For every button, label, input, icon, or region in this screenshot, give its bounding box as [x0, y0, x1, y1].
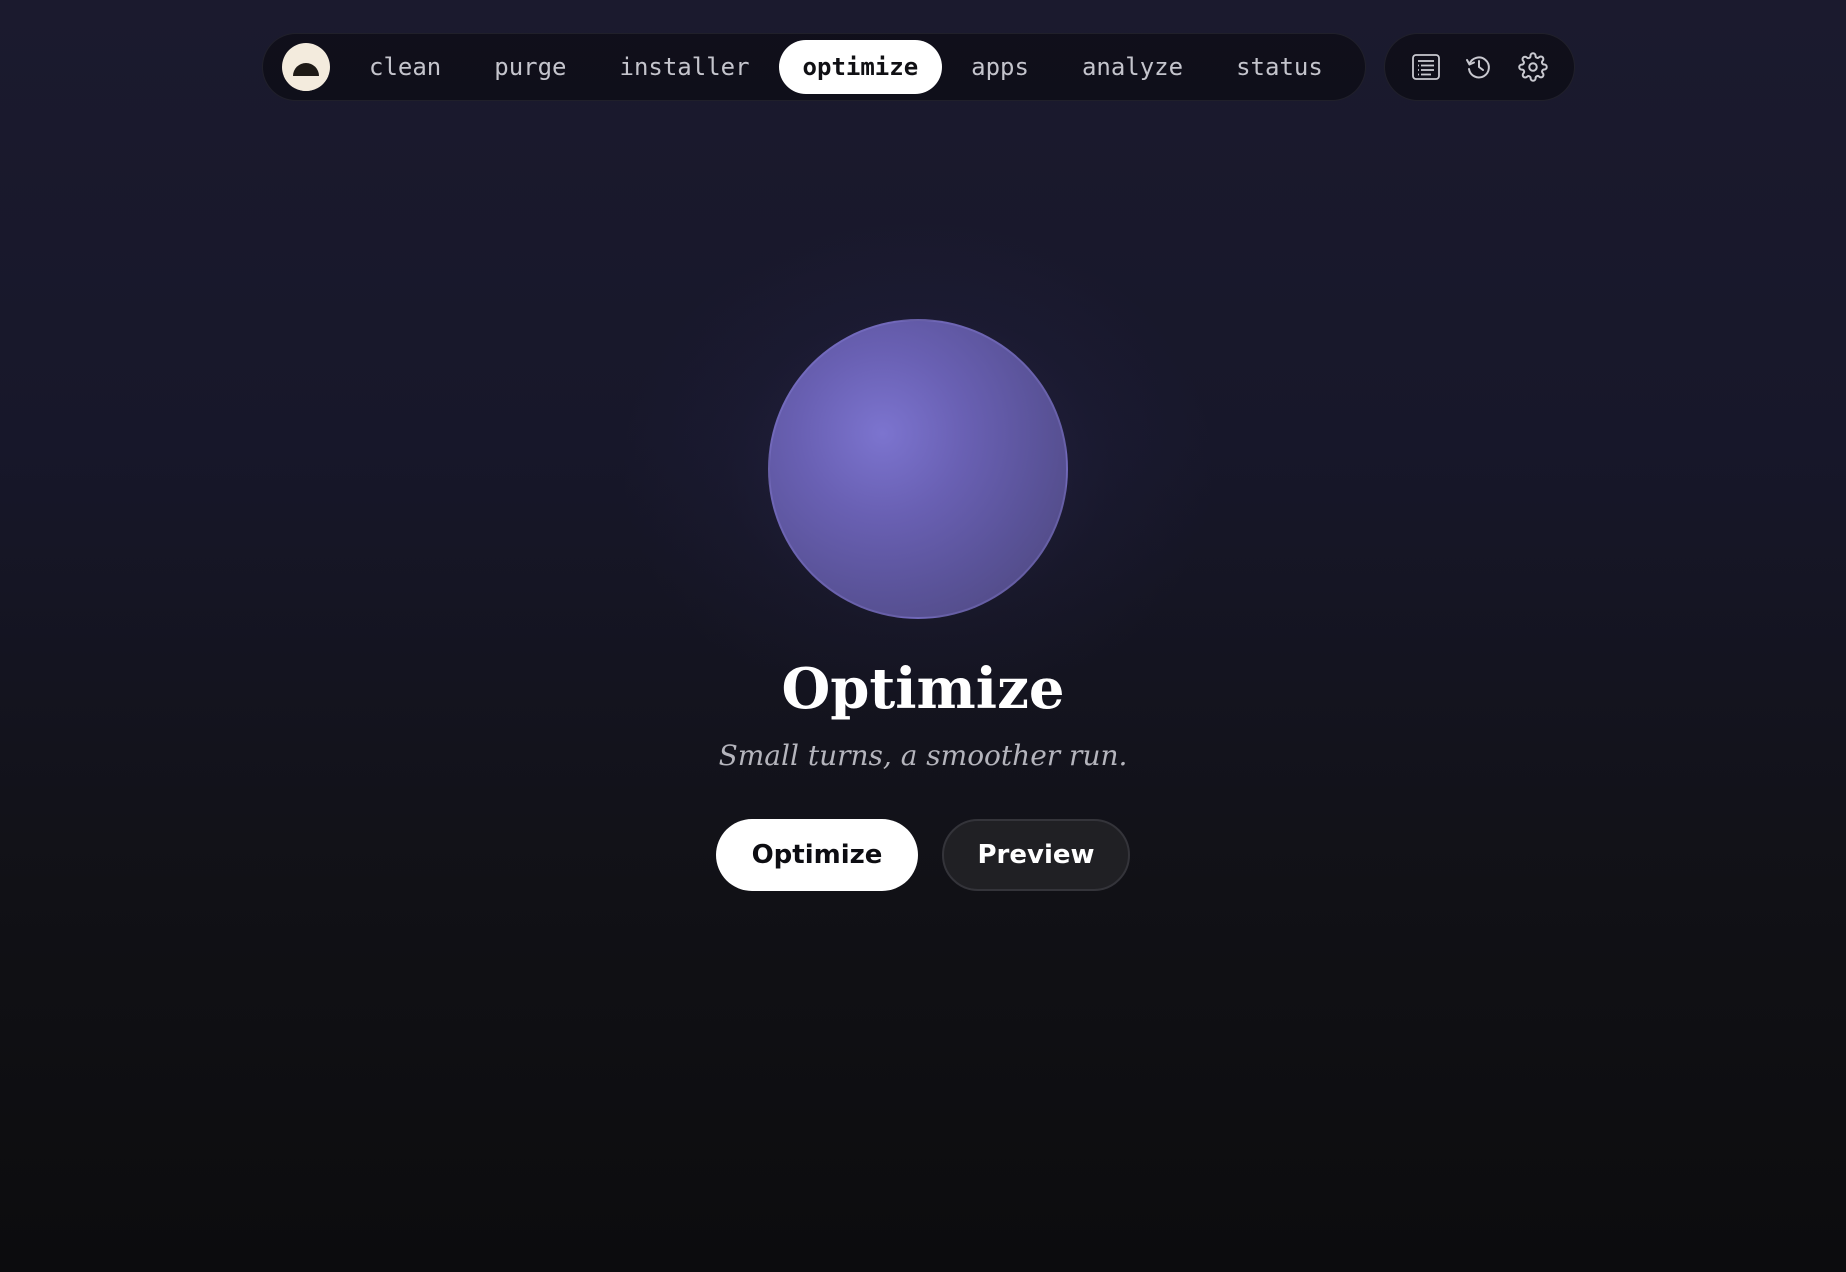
app-logo[interactable] [282, 43, 330, 91]
preview-button[interactable]: Preview [942, 819, 1130, 891]
action-buttons: Optimize Preview [0, 819, 1846, 891]
tab-analyze[interactable]: analyze [1058, 40, 1207, 94]
tab-purge[interactable]: purge [470, 40, 590, 94]
optimize-button[interactable]: Optimize [716, 819, 918, 891]
tab-status[interactable]: status [1212, 40, 1347, 94]
tab-clean[interactable]: clean [345, 40, 465, 94]
log-icon[interactable] [1408, 49, 1444, 85]
page-subtitle: Small turns, a smoother run. [718, 739, 1128, 772]
tab-apps[interactable]: apps [947, 40, 1053, 94]
page-title: Optimize [781, 656, 1065, 722]
toolbar-group [1384, 33, 1575, 101]
tab-installer[interactable]: installer [596, 40, 774, 94]
tab-optimize[interactable]: optimize [778, 40, 943, 94]
top-nav-bar: clean purge installer optimize apps anal… [262, 33, 1366, 101]
optimize-orb [768, 319, 1068, 619]
nav-tabs: clean purge installer optimize apps anal… [345, 40, 1352, 94]
gear-icon[interactable] [1515, 49, 1551, 85]
history-icon[interactable] [1461, 49, 1497, 85]
